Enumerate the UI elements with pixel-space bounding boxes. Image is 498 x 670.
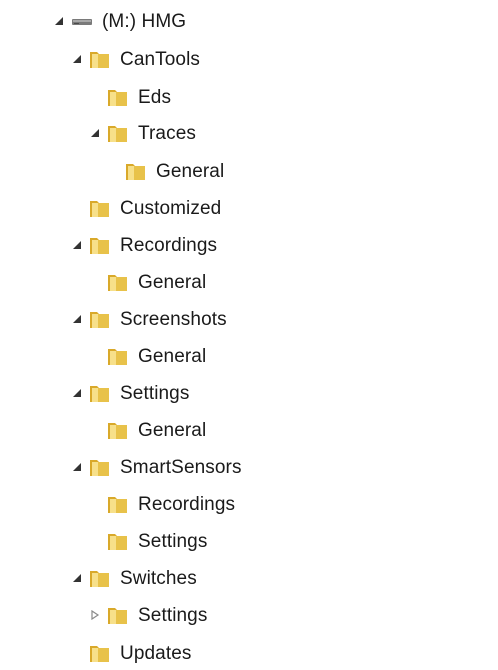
folder-icon	[88, 233, 112, 257]
tree-node-recordings-general[interactable]: General	[88, 265, 206, 299]
tree-node-label: General	[138, 345, 207, 367]
tree-node-label: Eds	[138, 86, 172, 108]
tree-node-eds[interactable]: Eds	[88, 80, 171, 114]
folder-icon	[88, 455, 112, 479]
collapsed-arrow-icon[interactable]	[88, 608, 102, 622]
folder-tree: (M:) HMG CanTools Eds Traces General Cus…	[0, 0, 498, 670]
tree-node-label: CanTools	[120, 48, 201, 70]
tree-node-screenshots[interactable]: Screenshots	[70, 302, 227, 336]
folder-icon	[88, 641, 112, 665]
tree-node-label: Settings	[138, 604, 208, 626]
tree-node-label: Updates	[120, 642, 192, 664]
expanded-arrow-icon[interactable]	[52, 14, 66, 28]
tree-node-label: General	[138, 419, 207, 441]
tree-node-switches-settings[interactable]: Settings	[88, 598, 207, 632]
tree-node-label: SmartSensors	[120, 456, 242, 478]
folder-icon	[88, 381, 112, 405]
expanded-arrow-icon[interactable]	[88, 126, 102, 140]
drive-icon	[70, 9, 94, 33]
folder-icon	[88, 566, 112, 590]
tree-node-cantools[interactable]: CanTools	[70, 42, 200, 76]
tree-node-updates[interactable]: Updates	[70, 636, 191, 670]
tree-node-label: (M:) HMG	[102, 10, 187, 32]
tree-node-smartsensors-recordings[interactable]: Recordings	[88, 487, 235, 521]
tree-node-smartsensors-settings[interactable]: Settings	[88, 524, 207, 558]
expanded-arrow-icon[interactable]	[70, 312, 84, 326]
folder-icon	[88, 307, 112, 331]
expanded-arrow-icon[interactable]	[70, 238, 84, 252]
folder-icon	[106, 121, 130, 145]
tree-node-settings[interactable]: Settings	[70, 376, 189, 410]
tree-node-label: General	[156, 160, 225, 182]
expanded-arrow-icon[interactable]	[70, 571, 84, 585]
tree-node-settings-general[interactable]: General	[88, 413, 206, 447]
tree-node-label: Settings	[120, 382, 190, 404]
folder-icon	[106, 85, 130, 109]
expanded-arrow-icon[interactable]	[70, 52, 84, 66]
expanded-arrow-icon[interactable]	[70, 460, 84, 474]
expanded-arrow-icon[interactable]	[70, 386, 84, 400]
tree-node-screenshots-general[interactable]: General	[88, 339, 206, 373]
tree-node-label: Traces	[138, 122, 196, 144]
folder-icon	[106, 492, 130, 516]
folder-icon	[106, 344, 130, 368]
tree-node-label: Recordings	[138, 493, 236, 515]
tree-node-traces-general[interactable]: General	[106, 154, 224, 188]
tree-node-label: Settings	[138, 530, 208, 552]
folder-icon	[106, 603, 130, 627]
tree-node-traces[interactable]: Traces	[88, 116, 196, 150]
tree-node-label: Recordings	[120, 234, 218, 256]
tree-node-recordings[interactable]: Recordings	[70, 228, 217, 262]
folder-icon	[88, 196, 112, 220]
tree-node-smartsensors[interactable]: SmartSensors	[70, 450, 242, 484]
tree-node-label: Screenshots	[120, 308, 227, 330]
tree-node-drive[interactable]: (M:) HMG	[52, 4, 186, 38]
folder-icon	[106, 270, 130, 294]
tree-node-customized[interactable]: Customized	[70, 191, 221, 225]
folder-icon	[124, 159, 148, 183]
folder-icon	[88, 47, 112, 71]
tree-node-label: Customized	[120, 197, 222, 219]
tree-node-label: Switches	[120, 567, 197, 589]
folder-icon	[106, 418, 130, 442]
tree-node-switches[interactable]: Switches	[70, 561, 197, 595]
tree-node-label: General	[138, 271, 207, 293]
folder-icon	[106, 529, 130, 553]
